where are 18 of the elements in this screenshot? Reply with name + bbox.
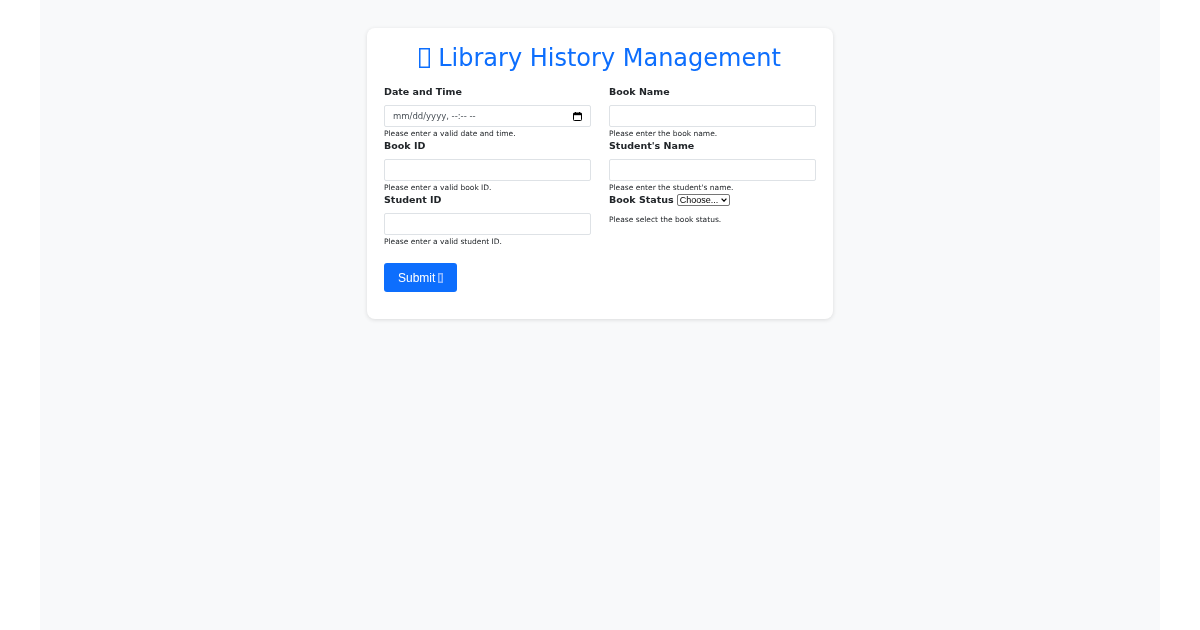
text-field[interactable] [609,105,816,127]
field-label: Book Status [609,194,674,206]
field-label: Date and Time [384,86,463,98]
field-label: Student ID [384,194,443,206]
text-field[interactable] [384,213,591,235]
field-label: Book Name [609,86,671,98]
calendar-icon[interactable] [573,111,582,121]
status-select[interactable]: Choose... [676,194,731,206]
chevron-down-icon [721,198,728,202]
text-field[interactable] [609,159,816,181]
field-label: Student's Name [609,140,696,152]
field-label: Book ID [384,140,427,152]
missing-glyph-icon [438,272,444,283]
text-field[interactable] [384,159,591,181]
submit-button[interactable]: Submit [384,263,458,292]
page-title: Library History Management [438,43,781,73]
date-time-field[interactable]: mm/dd/yyyy, --:-- -- [384,105,591,127]
missing-glyph-icon [419,48,431,68]
